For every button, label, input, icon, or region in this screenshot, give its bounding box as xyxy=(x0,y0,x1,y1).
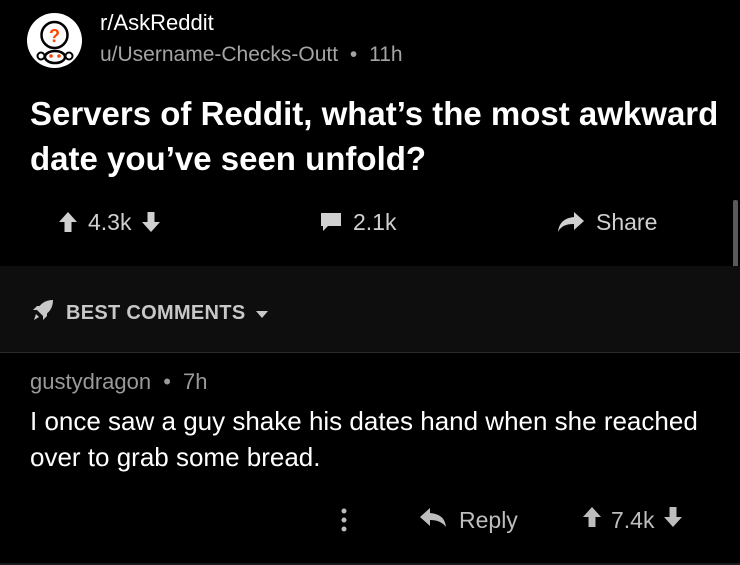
reply-button[interactable]: Reply xyxy=(419,502,518,538)
share-arrow-icon xyxy=(556,210,586,234)
svg-text:?: ? xyxy=(49,26,60,46)
comment-upvote-icon[interactable] xyxy=(582,506,602,534)
comment-bubble-icon xyxy=(319,211,343,233)
comment-age: 7h xyxy=(183,369,208,394)
post-age: 11h xyxy=(369,43,403,66)
sort-label: BEST COMMENTS xyxy=(66,301,246,324)
post-vote-block: 4.3k xyxy=(58,204,161,240)
upvote-icon[interactable] xyxy=(58,211,78,233)
comment-author[interactable]: gustydragon xyxy=(30,369,151,394)
subreddit-avatar[interactable]: ? xyxy=(27,13,82,68)
post-meta: u/Username-Checks-Outt • 11h xyxy=(100,43,403,67)
share-label: Share xyxy=(596,208,658,235)
reply-label: Reply xyxy=(459,506,518,533)
meta-separator: • xyxy=(349,43,358,66)
askreddit-snoo-icon: ? xyxy=(27,13,82,68)
comment-count: 2.1k xyxy=(353,208,397,235)
comment-meta: gustydragon • 7h xyxy=(30,369,208,395)
post-title: Servers of Reddit, what’s the most awkwa… xyxy=(30,95,719,177)
chevron-down-icon xyxy=(255,302,269,325)
section-divider xyxy=(0,352,740,353)
comment-score: 7.4k xyxy=(611,506,655,533)
comment-body: I once saw a guy shake his dates hand wh… xyxy=(30,406,698,472)
rocket-icon xyxy=(30,297,56,329)
post-score: 4.3k xyxy=(88,208,132,235)
meta-separator: • xyxy=(163,369,171,394)
comment-vote-block: 7.4k xyxy=(582,502,683,538)
post-author[interactable]: u/Username-Checks-Outt xyxy=(100,43,338,66)
more-options-icon[interactable] xyxy=(340,502,348,538)
share-button[interactable]: Share xyxy=(556,204,657,240)
post-comments-button[interactable]: 2.1k xyxy=(319,204,396,240)
comment-downvote-icon[interactable] xyxy=(663,506,683,534)
subreddit-name[interactable]: r/AskReddit xyxy=(100,10,214,36)
downvote-icon[interactable] xyxy=(141,211,161,233)
reply-arrow-icon xyxy=(419,506,447,534)
comment-sort-dropdown[interactable]: BEST COMMENTS xyxy=(30,297,269,329)
